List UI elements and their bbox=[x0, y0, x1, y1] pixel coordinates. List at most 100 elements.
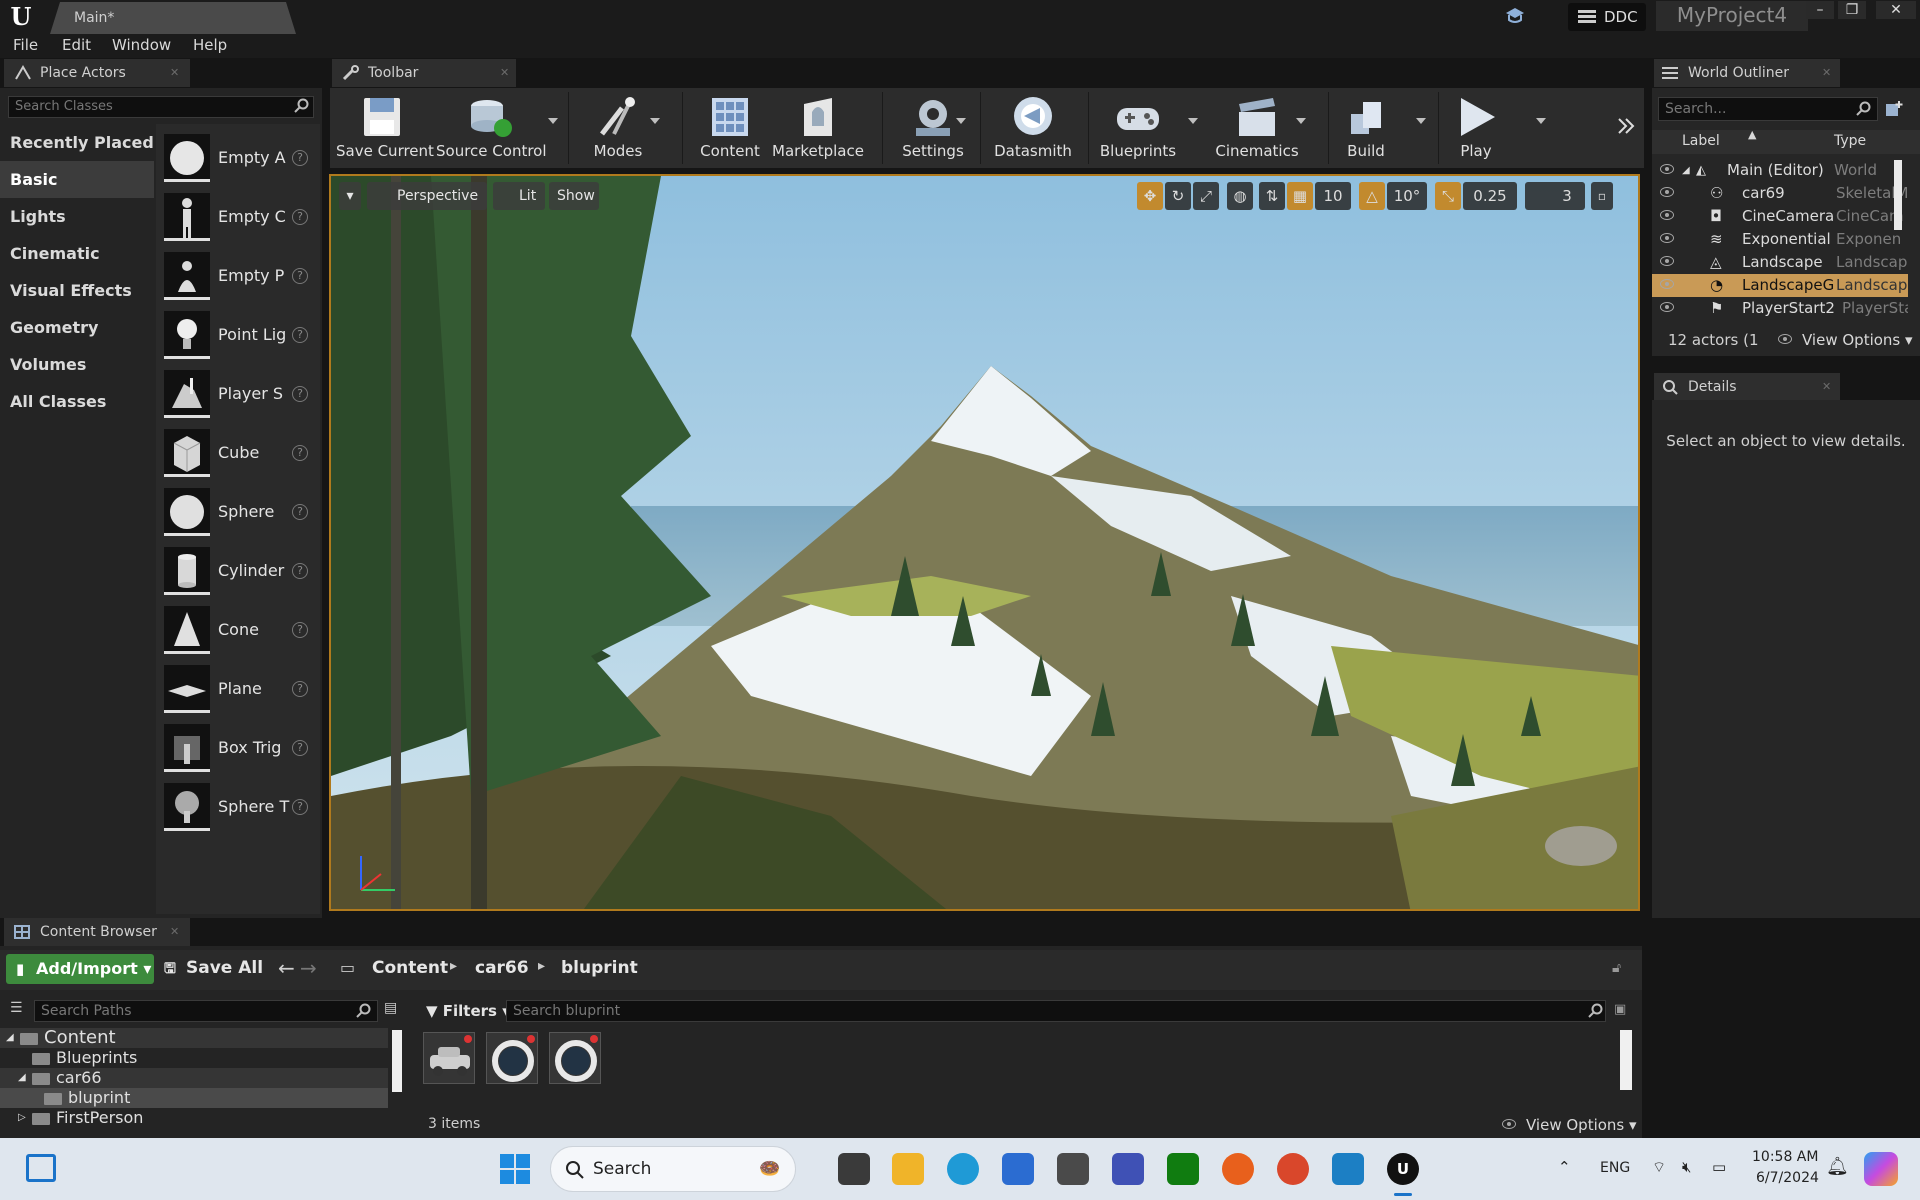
world-outliner-tab[interactable]: World Outliner ✕ bbox=[1654, 59, 1840, 87]
maximize-button[interactable]: ❐ bbox=[1838, 1, 1866, 19]
datasmith-button[interactable]: Datasmith bbox=[986, 88, 1080, 168]
lock-icon[interactable]: 🔓︎ bbox=[1612, 960, 1621, 976]
help-icon[interactable]: ? bbox=[292, 799, 308, 815]
category-all-classes[interactable]: All Classes bbox=[0, 383, 154, 420]
add-filter-icon[interactable] bbox=[1884, 100, 1904, 118]
blueprints-dropdown-icon[interactable] bbox=[1188, 118, 1198, 124]
content-button[interactable]: Content bbox=[688, 88, 772, 168]
actor-item[interactable]: Sphere ? bbox=[156, 484, 320, 540]
language-indicator[interactable]: ENG bbox=[1600, 1160, 1630, 1176]
maximize-viewport-icon[interactable]: ▫ bbox=[1591, 182, 1613, 210]
actor-item[interactable]: Sphere T ? bbox=[156, 779, 320, 835]
expand-arrow-icon[interactable]: ◢ bbox=[18, 1068, 26, 1088]
unity-hub-icon[interactable] bbox=[1057, 1153, 1089, 1185]
perspective-dropdown[interactable]: Perspective bbox=[367, 182, 487, 210]
microsoft-store-icon[interactable] bbox=[1002, 1153, 1034, 1185]
type-column-header[interactable]: Type bbox=[1834, 133, 1866, 149]
show-dropdown[interactable]: Show bbox=[549, 182, 599, 210]
minimize-button[interactable]: – bbox=[1806, 1, 1834, 19]
help-icon[interactable]: ? bbox=[292, 445, 308, 461]
asset-wheel-blueprint[interactable] bbox=[549, 1032, 601, 1084]
actor-item[interactable]: Empty P ? bbox=[156, 248, 320, 304]
place-actors-tab[interactable]: Place Actors ✕ bbox=[4, 59, 190, 87]
build-button[interactable]: Build bbox=[1334, 88, 1398, 168]
actor-item[interactable]: Cube ? bbox=[156, 425, 320, 481]
cinematics-button[interactable]: Cinematics bbox=[1210, 88, 1304, 168]
forward-arrow-icon[interactable]: → bbox=[300, 956, 317, 980]
play-dropdown-icon[interactable] bbox=[1536, 118, 1546, 124]
document-tab[interactable]: Main* bbox=[50, 2, 296, 34]
visibility-eye-icon[interactable] bbox=[1660, 279, 1674, 289]
widgets-icon[interactable] bbox=[26, 1154, 56, 1182]
category-visual-effects[interactable]: Visual Effects bbox=[0, 272, 154, 309]
wifi-icon[interactable]: ⌔ bbox=[1652, 1158, 1666, 1177]
xbox-icon[interactable] bbox=[1167, 1153, 1199, 1185]
notification-bell-icon[interactable]: 🔔︎ bbox=[1826, 1156, 1849, 1177]
save-current-button[interactable]: Save Current bbox=[336, 88, 434, 168]
outliner-row[interactable]: ⚇ car69 SkeletalM bbox=[1652, 182, 1908, 205]
surface-snap-icon[interactable]: ⇅ bbox=[1259, 182, 1285, 210]
help-icon[interactable]: ? bbox=[292, 681, 308, 697]
help-icon[interactable]: ? bbox=[292, 386, 308, 402]
translate-tool-icon[interactable]: ✥ bbox=[1137, 182, 1163, 210]
paths-options-icon[interactable]: ▤ bbox=[384, 1000, 397, 1016]
menu-edit[interactable]: Edit bbox=[62, 36, 91, 54]
expand-arrow-icon[interactable]: ◢ bbox=[1682, 159, 1690, 182]
battery-icon[interactable]: ▭ bbox=[1712, 1158, 1726, 1176]
copilot-icon[interactable] bbox=[1864, 1152, 1898, 1186]
volume-muted-icon[interactable]: 🔇︎ bbox=[1682, 1158, 1691, 1176]
camera-speed-button[interactable]: 3 bbox=[1525, 182, 1585, 210]
asset-scrollbar[interactable] bbox=[1620, 1030, 1632, 1090]
build-dropdown-icon[interactable] bbox=[1416, 118, 1426, 124]
content-browser-tab[interactable]: Content Browser ✕ bbox=[4, 918, 190, 946]
visibility-eye-icon[interactable] bbox=[1660, 233, 1674, 243]
clock-time[interactable]: 10:58 AM bbox=[1752, 1149, 1818, 1165]
taskbar-search-box[interactable]: Search 🍩 bbox=[550, 1146, 796, 1192]
chevron-up-icon[interactable]: ⌃ bbox=[1558, 1158, 1571, 1176]
save-search-icon[interactable]: ▣ bbox=[1614, 1002, 1626, 1017]
visibility-eye-icon[interactable] bbox=[1660, 187, 1674, 197]
unreal-engine-taskbar-icon[interactable]: U bbox=[1387, 1153, 1419, 1185]
breadcrumb-content[interactable]: Content bbox=[372, 958, 448, 978]
windows-start-icon[interactable] bbox=[500, 1154, 530, 1184]
rotation-snap-icon[interactable]: △ bbox=[1359, 182, 1385, 210]
rotation-snap-value[interactable]: 10° bbox=[1387, 182, 1427, 210]
tree-item-car66[interactable]: ◢ car66 bbox=[0, 1068, 388, 1088]
close-button[interactable]: ✕ bbox=[1876, 1, 1916, 19]
source-control-status-icon[interactable] bbox=[1504, 6, 1526, 26]
help-icon[interactable]: ? bbox=[292, 622, 308, 638]
close-icon[interactable]: ✕ bbox=[170, 918, 179, 946]
blueprints-button[interactable]: Blueprints bbox=[1096, 88, 1180, 168]
outliner-row-selected[interactable]: ◔ LandscapeG Landscap bbox=[1652, 274, 1908, 297]
close-icon[interactable]: ✕ bbox=[1822, 59, 1831, 87]
asset-vehicle-blueprint[interactable] bbox=[423, 1032, 475, 1084]
menu-window[interactable]: Window bbox=[112, 36, 171, 54]
level-viewport[interactable]: ▾ Perspective Lit Show ✥ ↻ ⤢ ◍ ⇅ ▦ 10 △ … bbox=[329, 174, 1640, 911]
viewport-options-dropdown[interactable]: ▾ bbox=[339, 182, 361, 210]
outliner-row[interactable]: ◬ Landscape Landscap bbox=[1652, 251, 1908, 274]
outliner-scrollbar[interactable] bbox=[1894, 160, 1902, 230]
toolbar-tab[interactable]: Toolbar ✕ bbox=[332, 59, 516, 87]
actor-item[interactable]: Player S ? bbox=[156, 366, 320, 422]
grid-snap-value[interactable]: 10 bbox=[1315, 182, 1351, 210]
outliner-search-input[interactable]: Search... bbox=[1658, 97, 1878, 121]
app-p-icon[interactable] bbox=[1277, 1153, 1309, 1185]
help-icon[interactable]: ? bbox=[292, 504, 308, 520]
help-icon[interactable]: ? bbox=[292, 209, 308, 225]
close-icon[interactable]: ✕ bbox=[170, 59, 179, 87]
marketplace-button[interactable]: Marketplace bbox=[770, 88, 866, 168]
back-arrow-icon[interactable]: ← bbox=[278, 956, 295, 980]
actor-item[interactable]: Box Trig ? bbox=[156, 720, 320, 776]
breadcrumb-bluprint[interactable]: bluprint bbox=[561, 958, 638, 978]
actor-item[interactable]: Cylinder ? bbox=[156, 543, 320, 599]
save-all-button[interactable]: 🖫 Save All bbox=[164, 958, 263, 978]
outliner-row[interactable]: ⚑ PlayerStart2 PlayerSta bbox=[1652, 297, 1908, 320]
modes-dropdown-icon[interactable] bbox=[650, 118, 660, 124]
asset-wheel-blueprint[interactable] bbox=[486, 1032, 538, 1084]
breadcrumb-separator-icon[interactable]: ▸ bbox=[450, 958, 457, 974]
visibility-eye-icon[interactable] bbox=[1660, 164, 1674, 174]
expand-arrow-icon[interactable]: ◢ bbox=[6, 1028, 14, 1048]
help-icon[interactable]: ? bbox=[292, 150, 308, 166]
paths-scrollbar[interactable] bbox=[392, 1030, 402, 1092]
sources-toggle-icon[interactable]: ☰ bbox=[10, 1000, 23, 1016]
